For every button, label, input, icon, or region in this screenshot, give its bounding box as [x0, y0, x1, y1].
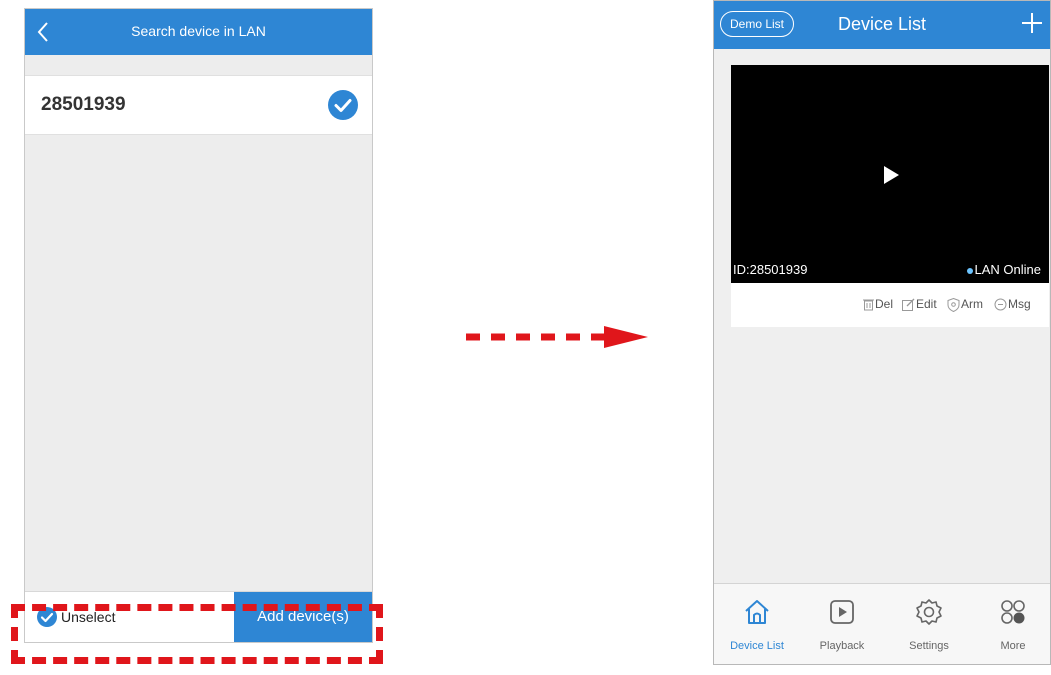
message-button[interactable]: Msg: [994, 297, 1031, 311]
delete-button[interactable]: Del: [863, 297, 893, 311]
grid-dots-icon: [1001, 600, 1025, 624]
arm-label: Arm: [961, 297, 983, 311]
shield-icon: [947, 297, 960, 312]
edit-label: Edit: [916, 297, 937, 311]
video-preview[interactable]: ID:28501939 LAN Online: [731, 65, 1049, 283]
play-box-icon: [830, 600, 854, 624]
trash-icon: [863, 299, 874, 311]
message-icon: [994, 298, 1007, 311]
edit-icon: [902, 298, 915, 312]
arm-button[interactable]: Arm: [947, 297, 983, 312]
page-title: Device List: [837, 14, 927, 34]
device-id-label: ID:28501939: [733, 262, 808, 277]
device-list-item[interactable]: 28501939: [25, 75, 372, 135]
device-list-screen: Demo List Device List ID:28501939 LAN On…: [713, 0, 1051, 665]
tab-label: Playback: [819, 640, 865, 652]
top-bar: Demo List Device List: [714, 1, 1050, 49]
status-badge: LAN Online: [966, 262, 1041, 277]
tab-device-list[interactable]: Device List: [722, 584, 792, 664]
top-bar: Search device in LAN: [25, 9, 372, 55]
search-device-screen: Search device in LAN 28501939 Unselect A…: [24, 8, 373, 643]
tab-playback[interactable]: Playback: [807, 584, 877, 664]
home-icon: [745, 600, 769, 624]
device-id-label: 28501939: [41, 94, 126, 115]
bottom-tab-bar: Device List Playback Settings More: [714, 583, 1050, 664]
play-icon[interactable]: [881, 165, 901, 185]
tab-label: Device List: [730, 640, 784, 652]
arrow-right-icon: [466, 326, 648, 348]
tab-more[interactable]: More: [978, 584, 1048, 664]
gear-icon: [916, 599, 942, 625]
edit-button[interactable]: Edit: [902, 297, 937, 312]
plus-icon[interactable]: [1020, 11, 1044, 35]
status-dot-icon: [966, 267, 973, 274]
highlight-box: [11, 604, 383, 664]
device-actions: Del Edit Arm Msg: [731, 283, 1049, 327]
checked-icon[interactable]: [328, 90, 358, 120]
message-label: Msg: [1008, 297, 1031, 311]
status-text: LAN Online: [974, 262, 1041, 277]
page-title: Search device in LAN: [131, 23, 266, 39]
delete-label: Del: [875, 297, 894, 311]
tab-label: Settings: [909, 640, 949, 652]
tab-label: More: [1000, 640, 1026, 652]
tab-settings[interactable]: Settings: [894, 584, 964, 664]
